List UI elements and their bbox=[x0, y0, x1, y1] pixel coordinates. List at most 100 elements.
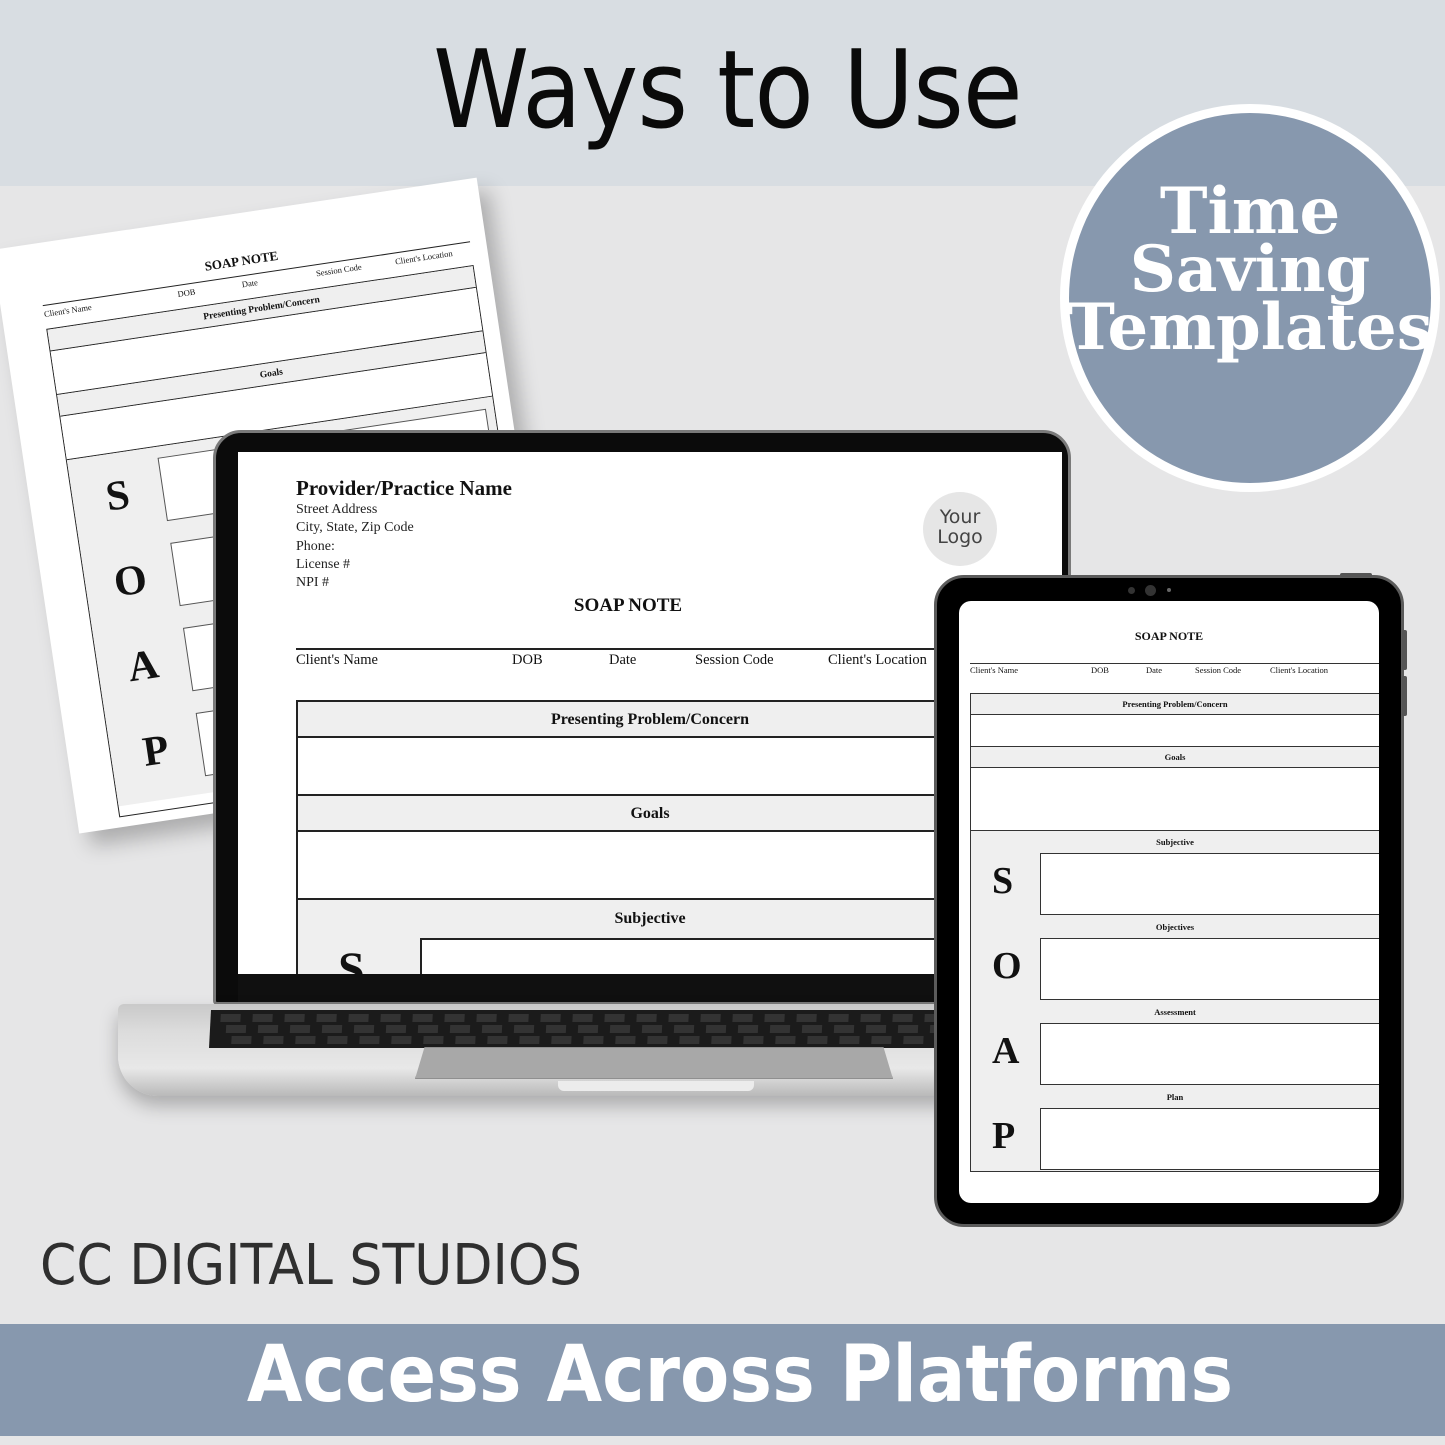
keyboard-key bbox=[252, 1014, 273, 1022]
keyboard-key bbox=[540, 1014, 561, 1022]
provider-name: Provider/Practice Name bbox=[296, 476, 512, 500]
section-assessment: Assessment bbox=[1154, 1007, 1196, 1017]
keyboard-key bbox=[647, 1036, 668, 1044]
keyboard-key bbox=[577, 1025, 599, 1033]
keyboard-key bbox=[481, 1025, 503, 1033]
keyboard-key bbox=[449, 1025, 471, 1033]
keyboard-key bbox=[833, 1025, 855, 1033]
keyboard-key bbox=[668, 1014, 689, 1022]
field-session-code: Session Code bbox=[695, 652, 774, 668]
tablet-sensor-icon bbox=[1128, 587, 1135, 594]
address-street: Street Address bbox=[296, 502, 378, 517]
subjective-block: Subjective S bbox=[971, 831, 1379, 916]
product-banner: Ways to Use SOAP NOTE Client's Name DOB … bbox=[0, 0, 1445, 1445]
keyboard-key bbox=[284, 1014, 305, 1022]
tablet-screen: SOAP NOTE Client's Name DOB Date Session… bbox=[959, 601, 1379, 1203]
keyboard-key bbox=[385, 1025, 407, 1033]
soap-letter-o: O bbox=[992, 945, 1022, 987]
brand-name: CC DIGITAL STUDIOS bbox=[40, 1233, 582, 1298]
keyboard-key bbox=[641, 1025, 663, 1033]
keyboard-key bbox=[316, 1014, 337, 1022]
soap-table: Presenting Problem/Concern Goals Subject… bbox=[970, 693, 1379, 1172]
keyboard-key bbox=[737, 1025, 759, 1033]
keyboard-key bbox=[860, 1014, 881, 1022]
laptop-notch bbox=[558, 1081, 754, 1091]
address-phone: Phone: bbox=[296, 538, 335, 554]
keyboard-key bbox=[700, 1014, 721, 1022]
keyboard-key bbox=[444, 1014, 465, 1022]
keyboard-key bbox=[871, 1036, 892, 1044]
keyboard-key bbox=[892, 1014, 913, 1022]
field-session-code: Session Code bbox=[315, 261, 363, 279]
logo-text-line-1: Your bbox=[939, 506, 981, 528]
tablet-power-button bbox=[1340, 573, 1372, 577]
keyboard-key bbox=[839, 1036, 860, 1044]
field-date: Date bbox=[1146, 665, 1163, 675]
keyboard-key bbox=[545, 1025, 567, 1033]
keyboard-key bbox=[903, 1036, 924, 1044]
keyboard-key bbox=[391, 1036, 412, 1044]
address-license: License # bbox=[296, 556, 351, 572]
address-npi: NPI # bbox=[296, 575, 330, 591]
tablet-volume-up-button bbox=[1402, 630, 1407, 670]
keyboard-key bbox=[295, 1036, 316, 1044]
keyboard-key bbox=[412, 1014, 433, 1022]
section-presenting: Presenting Problem/Concern bbox=[971, 694, 1379, 715]
keyboard-key bbox=[231, 1036, 252, 1044]
field-dob: DOB bbox=[512, 652, 543, 668]
keyboard-key bbox=[225, 1025, 247, 1033]
keyboard-key bbox=[508, 1014, 529, 1022]
presenting-field bbox=[971, 715, 1379, 747]
keyboard-key bbox=[519, 1036, 540, 1044]
field-date: Date bbox=[609, 652, 637, 668]
soap-letter-p: P bbox=[139, 726, 172, 776]
objectives-field bbox=[1040, 938, 1379, 1000]
soap-letter-p: P bbox=[992, 1115, 1016, 1157]
tablet-camera-icon bbox=[1145, 585, 1156, 596]
keyboard-key bbox=[711, 1036, 732, 1044]
field-client-location: Client's Location bbox=[828, 652, 927, 668]
field-session-code: Session Code bbox=[1195, 665, 1242, 675]
tablet-light-icon bbox=[1167, 588, 1171, 592]
soap-letter-o: O bbox=[110, 556, 151, 607]
keyboard-key bbox=[289, 1025, 311, 1033]
keyboard-key bbox=[796, 1014, 817, 1022]
soap-letter-a: A bbox=[992, 1030, 1020, 1072]
keyboard-key bbox=[487, 1036, 508, 1044]
logo-placeholder: Your Logo bbox=[923, 492, 997, 566]
keyboard-key bbox=[679, 1036, 700, 1044]
provider-address: Street Address City, State, Zip Code Pho… bbox=[296, 501, 414, 592]
keyboard-key bbox=[775, 1036, 796, 1044]
keyboard-key bbox=[513, 1025, 535, 1033]
soap-note-title: SOAP NOTE bbox=[1134, 629, 1204, 643]
goals-field bbox=[971, 768, 1379, 831]
keyboard-key bbox=[263, 1036, 284, 1044]
keyboard-key bbox=[897, 1025, 919, 1033]
footer-tagline: Access Across Platforms bbox=[246, 1330, 1234, 1420]
badge-line-3: Templates bbox=[1067, 290, 1433, 365]
assessment-field bbox=[1040, 1023, 1379, 1085]
time-saving-badge: Time Saving Templates bbox=[1060, 104, 1440, 492]
subjective-field bbox=[1040, 853, 1379, 915]
laptop-trackpad bbox=[415, 1047, 893, 1079]
keyboard-key bbox=[327, 1036, 348, 1044]
keyboard-key bbox=[423, 1036, 444, 1044]
field-client-name: Client's Name bbox=[296, 652, 378, 668]
objectives-block: Objectives O bbox=[971, 916, 1379, 1001]
field-date: Date bbox=[241, 277, 259, 290]
keyboard-key bbox=[583, 1036, 604, 1044]
keyboard-key bbox=[743, 1036, 764, 1044]
keyboard-key bbox=[865, 1025, 887, 1033]
keyboard-key bbox=[604, 1014, 625, 1022]
keyboard-key bbox=[609, 1025, 631, 1033]
keyboard-key bbox=[257, 1025, 279, 1033]
keyboard-key bbox=[807, 1036, 828, 1044]
keyboard-key bbox=[417, 1025, 439, 1033]
keyboard-key bbox=[769, 1025, 791, 1033]
keyboard-key bbox=[380, 1014, 401, 1022]
keyboard-key bbox=[348, 1014, 369, 1022]
soap-letter-a: A bbox=[124, 641, 162, 692]
field-client-name: Client's Name bbox=[970, 665, 1019, 675]
keyboard-key bbox=[321, 1025, 343, 1033]
client-fields: Client's Name DOB Date Session Code Clie… bbox=[970, 665, 1328, 675]
